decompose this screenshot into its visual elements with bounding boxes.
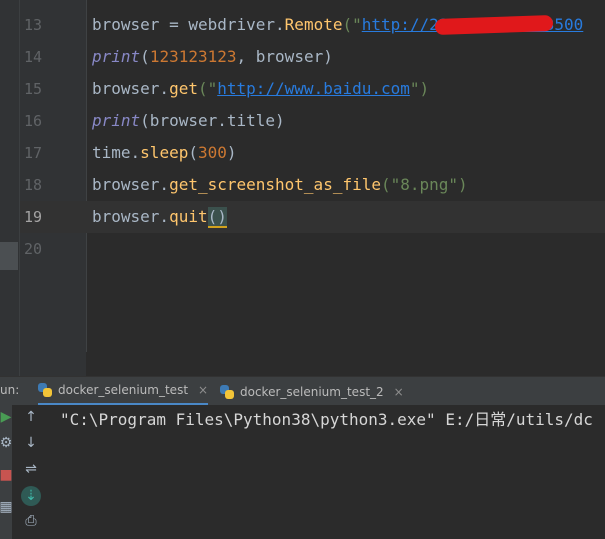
tab-label: docker_selenium_test_2 (240, 384, 384, 399)
line-number-current: 19 (23, 208, 42, 226)
code-line-18[interactable]: browser.get_screenshot_as_file("8.png") (92, 169, 468, 201)
down-arrow-icon[interactable]: ↓ (21, 435, 41, 451)
scroll-to-end-icon[interactable]: ⇣ (21, 486, 41, 506)
redaction-scribble: 2.26.7 (439, 9, 497, 41)
code-line-16[interactable]: print(browser.title) (92, 105, 285, 137)
close-icon[interactable]: × (198, 383, 208, 397)
line-number: 17 (23, 144, 42, 162)
console-output-line: "C:\Program Files\Python38\python3.exe" … (60, 410, 593, 429)
print-icon[interactable]: ⎙ (21, 513, 41, 529)
strip-marker (0, 242, 18, 270)
structure-strip (0, 0, 20, 376)
line-number: 15 (23, 80, 42, 98)
run-label: un: (0, 383, 20, 397)
python-icon (220, 384, 234, 399)
run-toolbar-secondary: ↑ ↓ ⇌ ⇣ ⎙ (17, 405, 45, 539)
line-number: 13 (23, 16, 42, 34)
line-number: 14 (23, 48, 42, 66)
up-arrow-icon[interactable]: ↑ (21, 409, 41, 425)
run-tab-docker-selenium-test[interactable]: docker_selenium_test × (38, 377, 209, 406)
code-line-14[interactable]: print(123123123, browser) (92, 41, 333, 73)
url-link[interactable]: http://www.baidu.com (217, 79, 410, 98)
line-number: 18 (23, 176, 42, 194)
matched-parens: () (207, 207, 227, 228)
run-tool-header: un: docker_selenium_test × docker_seleni… (0, 376, 605, 406)
line-number: 20 (23, 240, 42, 258)
layout-icon[interactable]: ▦ (0, 499, 16, 515)
code-line-19[interactable]: browser.quit() (92, 201, 227, 233)
close-icon[interactable]: × (394, 385, 404, 399)
gutter-separator (86, 0, 87, 352)
code-line-17[interactable]: time.sleep(300) (92, 137, 237, 169)
line-number: 16 (23, 112, 42, 130)
code-line-13[interactable]: browser = webdriver.Remote("http://22.26… (92, 9, 583, 41)
run-toolbar-primary: ▶ ⚙ ■ ▦ (0, 405, 13, 539)
code-editor[interactable]: 13 14 15 16 17 18 19 20 browser = webdri… (0, 0, 605, 376)
code-line-15[interactable]: browser.get("http://www.baidu.com") (92, 73, 429, 105)
stop-icon[interactable]: ■ (0, 467, 16, 483)
tab-label: docker_selenium_test (58, 383, 189, 397)
soft-wrap-icon[interactable]: ⇌ (21, 461, 41, 477)
rerun-icon[interactable]: ▶ (0, 409, 16, 425)
run-tab-docker-selenium-test-2[interactable]: docker_selenium_test_2 × (220, 377, 404, 406)
wrench-icon[interactable]: ⚙ (0, 435, 16, 451)
python-icon (38, 383, 52, 397)
